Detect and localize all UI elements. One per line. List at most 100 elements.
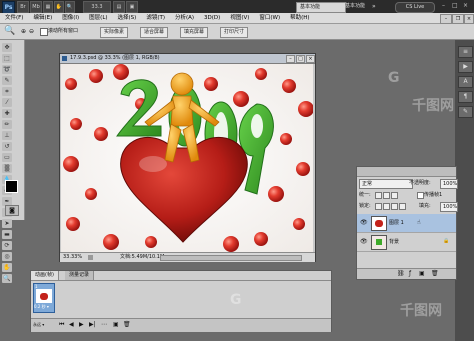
blend-mode-select[interactable]: 正常 — [359, 179, 413, 189]
link-layers-icon[interactable]: ⛓ — [397, 270, 405, 278]
tab-measurement-log[interactable]: 测量记录 — [65, 271, 95, 280]
workspace-button[interactable]: 基本功能 — [345, 2, 365, 11]
character-panel-icon[interactable]: A — [458, 76, 473, 88]
visibility-eye-icon[interactable]: 👁 — [360, 238, 368, 245]
3d-rotate-tool-icon[interactable]: ⟳ — [2, 241, 12, 250]
unify-position-icon[interactable] — [375, 192, 382, 199]
menu-edit[interactable]: 编辑(E) — [28, 13, 57, 23]
doc-window-minimize-icon[interactable]: – — [286, 55, 295, 63]
doc-window-close-icon[interactable]: × — [306, 55, 315, 63]
animation-frame[interactable]: 1 0.2 秒 ▾ — [33, 283, 55, 313]
status-arrow-icon[interactable] — [88, 255, 93, 260]
unify-style-icon[interactable] — [391, 192, 398, 199]
workspace-button-active[interactable]: 基本功能 — [296, 2, 346, 13]
paragraph-panel-icon[interactable]: ¶ — [458, 91, 473, 103]
print-size-button[interactable]: 打印尺寸 — [220, 27, 249, 38]
lock-pixels-icon[interactable] — [383, 203, 390, 210]
quick-select-tool-icon[interactable]: ✎ — [2, 76, 12, 85]
menu-3d[interactable]: 3D(D) — [199, 13, 225, 23]
zoom-status[interactable]: 33.33% — [63, 253, 82, 262]
scroll-all-windows-checkbox[interactable] — [40, 28, 48, 36]
play-icon[interactable]: ▶ — [79, 321, 84, 329]
doc-restore-icon[interactable]: ❐ — [452, 14, 464, 24]
quick-mask-icon[interactable]: ◙ — [5, 205, 19, 216]
previous-frame-icon[interactable]: ◀ — [69, 321, 74, 329]
3d-orbit-tool-icon[interactable]: ◎ — [2, 252, 12, 261]
lock-transparent-icon[interactable] — [375, 203, 382, 210]
hand-tool-icon[interactable]: ✋ — [2, 263, 12, 272]
close-app-icon[interactable]: × — [463, 1, 471, 11]
document-tab[interactable]: 17.9.3.psd @ 33.3% (图层 1, RGB/8) – □ × — [60, 54, 315, 64]
frame-delay[interactable]: 0.2 秒 ▾ — [34, 304, 49, 310]
history-panel-icon[interactable]: ≡ — [458, 46, 473, 58]
shape-tool-icon[interactable]: ▬ — [2, 230, 12, 239]
clone-stamp-tool-icon[interactable]: ⊥ — [2, 131, 12, 140]
horizontal-scrollbar[interactable] — [160, 255, 302, 261]
hand-tool-icon[interactable]: ✋ — [54, 1, 64, 13]
menu-view[interactable]: 视图(V) — [225, 13, 254, 23]
move-tool-icon[interactable]: ✥ — [2, 43, 12, 52]
zoom-out-icon[interactable]: ⊖ — [29, 27, 37, 36]
zoom-tool-preset-icon[interactable]: 🔍 — [4, 26, 16, 37]
loop-options[interactable]: 永远 ▾ — [33, 321, 44, 329]
actual-pixels-button[interactable]: 实际像素 — [100, 27, 129, 38]
propagate-checkbox[interactable] — [417, 192, 424, 199]
delete-layer-icon[interactable]: 🗑 — [431, 270, 439, 278]
guides-icon[interactable]: ▦ — [43, 1, 53, 13]
minibridge-icon[interactable]: Mb — [30, 1, 42, 13]
menu-window[interactable]: 窗口(W) — [254, 13, 285, 23]
doc-window-maximize-icon[interactable]: □ — [296, 55, 305, 63]
fill-screen-button[interactable]: 填充屏幕 — [180, 27, 209, 38]
unify-visibility-icon[interactable] — [383, 192, 390, 199]
actions-panel-icon[interactable]: ▶ — [458, 61, 473, 73]
menu-layer[interactable]: 图层(L) — [84, 13, 112, 23]
lock-position-icon[interactable] — [391, 203, 398, 210]
layer-name[interactable]: 背景 — [389, 233, 399, 251]
history-brush-tool-icon[interactable]: ↺ — [2, 142, 12, 151]
brush-panel-icon[interactable]: ✎ — [458, 106, 473, 118]
zoom-tool-icon[interactable]: 🔍 — [65, 1, 75, 13]
lasso-tool-icon[interactable]: ➰ — [2, 65, 12, 74]
opacity-field[interactable]: 100% — [440, 179, 458, 189]
menu-filter[interactable]: 滤镜(T) — [141, 13, 170, 23]
foreground-color-swatch[interactable] — [5, 180, 18, 193]
healing-brush-tool-icon[interactable]: ✚ — [2, 109, 12, 118]
gradient-tool-icon[interactable]: ▒ — [2, 164, 12, 173]
path-select-tool-icon[interactable]: ➤ — [2, 219, 12, 228]
marquee-tool-icon[interactable]: ⬚ — [2, 54, 12, 63]
arrange-documents-icon[interactable]: ▤ — [113, 1, 125, 13]
maximize-app-icon[interactable]: □ — [452, 1, 460, 11]
doc-close-icon[interactable]: × — [464, 14, 474, 24]
new-layer-icon[interactable]: ▣ — [419, 270, 425, 278]
eraser-tool-icon[interactable]: ▭ — [2, 153, 12, 162]
zoom-in-icon[interactable]: ⊕ — [21, 27, 29, 36]
delete-frame-icon[interactable]: 🗑 — [123, 321, 131, 329]
fill-field[interactable]: 100% — [440, 202, 458, 212]
canvas[interactable] — [61, 64, 313, 252]
layer-row-active[interactable]: 👁 图层 1 ☝ — [357, 214, 456, 233]
layer-name[interactable]: 图层 1 — [389, 214, 404, 232]
add-style-icon[interactable]: ƒ — [409, 270, 411, 278]
duplicate-frame-icon[interactable]: ▣ — [113, 321, 119, 329]
more-workspaces-icon[interactable]: » — [372, 2, 376, 11]
screen-mode-icon[interactable]: ▣ — [126, 1, 138, 13]
menu-help[interactable]: 帮助(H) — [285, 13, 314, 23]
menu-select[interactable]: 选择(S) — [113, 13, 142, 23]
tab-animation[interactable]: 动画(帧) — [31, 271, 59, 280]
lock-all-icon[interactable] — [399, 203, 406, 210]
bridge-icon[interactable]: Br — [17, 1, 29, 13]
first-frame-icon[interactable]: ⏮ — [59, 321, 64, 329]
menu-file[interactable]: 文件(F) — [0, 13, 28, 23]
menu-image[interactable]: 图像(I) — [57, 13, 84, 23]
zoom-level-field[interactable]: 33.3 — [83, 1, 111, 13]
next-frame-icon[interactable]: ▶| — [89, 321, 96, 329]
doc-minimize-icon[interactable]: – — [440, 14, 452, 24]
fit-screen-button[interactable]: 适合屏幕 — [140, 27, 169, 38]
visibility-eye-icon[interactable]: 👁 — [360, 219, 368, 226]
minimize-app-icon[interactable]: – — [442, 1, 450, 11]
tween-icon[interactable]: ⋯ — [101, 321, 107, 329]
menu-analysis[interactable]: 分析(A) — [170, 13, 199, 23]
brush-tool-icon[interactable]: ✏ — [2, 120, 12, 129]
zoom-tool-icon[interactable]: 🔍 — [2, 274, 12, 283]
crop-tool-icon[interactable]: ⌗ — [2, 87, 12, 96]
